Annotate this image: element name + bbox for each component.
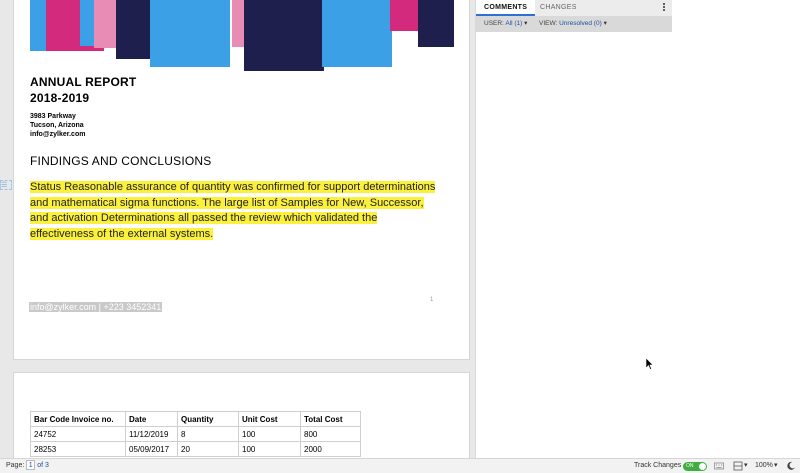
table-header: Date [125, 411, 178, 427]
zoom-level[interactable]: 100% [755, 459, 773, 473]
total-pages: of 3 [37, 462, 49, 469]
invoice-table[interactable]: Bar Code Invoice no. Date Quantity Unit … [30, 411, 361, 457]
right-blank-area [672, 0, 800, 458]
page-number-input[interactable]: 1 [26, 460, 36, 471]
table-cell[interactable]: 20 [177, 441, 239, 457]
report-year: 2018-2019 [30, 91, 90, 105]
address-line-2: Tucson, Arizona [30, 122, 84, 129]
filter-bar: USER: All (1) ▾ VIEW: Unresolved (0) ▾ [476, 16, 672, 32]
table-header-row: Bar Code Invoice no. Date Quantity Unit … [30, 411, 361, 427]
page-label: Page: [6, 462, 25, 469]
table-cell[interactable]: 05/09/2017 [125, 441, 178, 457]
table-header: Total Cost [300, 411, 361, 427]
page-view-icon[interactable] [733, 461, 743, 471]
view-filter[interactable]: VIEW: Unresolved (0) ▾ [539, 16, 607, 32]
paragraph-text[interactable]: Status Reasonable assurance of quantity … [30, 181, 436, 240]
keyboard-icon[interactable] [714, 461, 724, 471]
chevron-down-icon[interactable]: ▾ [744, 459, 748, 473]
panel-tabs: COMMENTS CHANGES [476, 0, 672, 16]
chevron-down-icon: ▾ [603, 20, 607, 27]
address-line-1: 3983 Parkway [30, 113, 76, 120]
status-bar: Page: 1 of 3 Track Changes ON ▾ 100% ▾ [0, 458, 800, 473]
tab-changes[interactable]: CHANGES [532, 0, 585, 16]
view-filter-value[interactable]: Unresolved (0) [559, 20, 602, 27]
track-changes-label: Track Changes [634, 462, 682, 469]
footer-contact: info@zylker.com | +223 3452341 [29, 302, 163, 312]
document-page-2[interactable]: Bar Code Invoice no. Date Quantity Unit … [13, 372, 470, 458]
user-filter-label: USER: [484, 20, 504, 27]
document-canvas[interactable]: ☰ ANNUAL REPORT 2018-2019 3983 Parkway T… [0, 0, 475, 458]
table-cell[interactable]: 800 [300, 426, 361, 442]
dark-mode-icon[interactable] [786, 461, 796, 471]
toggle-state-text: ON [686, 463, 694, 469]
table-header: Bar Code Invoice no. [30, 411, 126, 427]
table-cell[interactable]: 100 [238, 441, 301, 457]
page-number: 1 [430, 297, 434, 303]
comment-marker-icon[interactable]: ☰ [0, 180, 12, 190]
table-row: 28253 05/09/2017 20 100 2000 [30, 441, 361, 457]
highlighted-paragraph[interactable]: Status Reasonable assurance of quantity … [30, 180, 440, 242]
more-options-icon[interactable] [662, 2, 666, 14]
mouse-cursor-icon [646, 358, 654, 370]
table-cell[interactable]: 11/12/2019 [125, 426, 178, 442]
table-cell[interactable]: 8 [177, 426, 239, 442]
chevron-down-icon[interactable]: ▾ [774, 459, 778, 473]
table-header: Unit Cost [238, 411, 301, 427]
tab-comments[interactable]: COMMENTS [476, 0, 536, 16]
table-header: Quantity [177, 411, 239, 427]
view-filter-label: VIEW: [539, 20, 558, 27]
table-cell[interactable]: 100 [238, 426, 301, 442]
comments-panel: COMMENTS CHANGES USER: All (1) ▾ VIEW: U… [475, 0, 672, 458]
table-cell[interactable]: 2000 [300, 441, 361, 457]
table-cell[interactable]: 24752 [30, 426, 126, 442]
chevron-down-icon: ▾ [524, 20, 528, 27]
document-page-1[interactable]: ANNUAL REPORT 2018-2019 3983 Parkway Tuc… [13, 0, 470, 360]
section-heading: FINDINGS AND CONCLUSIONS [30, 154, 212, 168]
page-indicator: Page: 1 of 3 [6, 459, 49, 473]
user-filter[interactable]: USER: All (1) ▾ [484, 16, 527, 32]
user-filter-value[interactable]: All (1) [505, 20, 522, 27]
track-changes-toggle[interactable]: ON [683, 462, 707, 471]
table-cell[interactable]: 28253 [30, 441, 126, 457]
table-row: 24752 11/12/2019 8 100 800 [30, 426, 361, 442]
report-title: ANNUAL REPORT [30, 75, 137, 89]
email-text: info@zylker.com [30, 131, 86, 138]
